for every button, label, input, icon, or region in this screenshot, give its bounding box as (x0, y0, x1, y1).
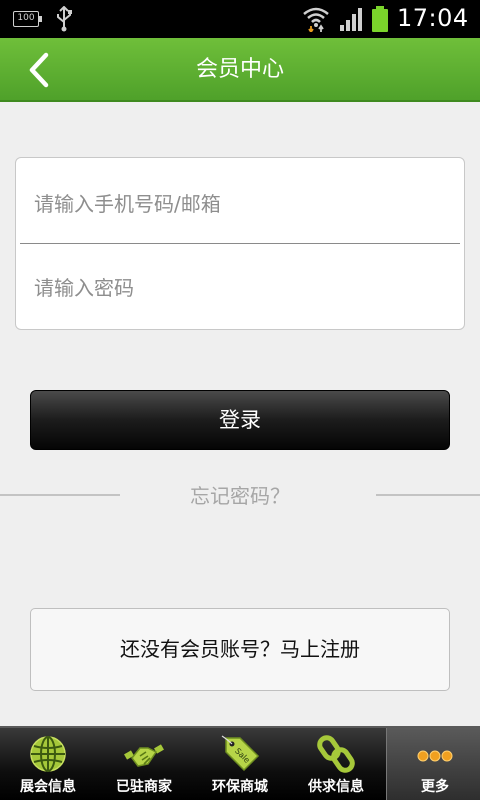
handshake-icon (124, 744, 164, 767)
nav-label: 已驻商家 (116, 779, 172, 795)
battery-saver-icon: 100 (13, 11, 42, 27)
nav-item-exhibition-info[interactable]: 展会信息 (0, 728, 96, 800)
wifi-icon (303, 7, 329, 32)
nav-item-eco-mall[interactable]: Sale 环保商城 (192, 728, 288, 800)
register-button[interactable]: 还没有会员账号？马上注册 (30, 608, 450, 691)
status-bar: 100 17:04 (0, 0, 480, 38)
nav-label: 环保商城 (212, 779, 268, 795)
nav-label: 更多 (421, 779, 449, 795)
signal-icon (340, 8, 362, 31)
chain-link-icon (317, 735, 355, 773)
nav-item-merchants[interactable]: 已驻商家 (96, 728, 192, 800)
nav-item-more[interactable]: 更多 (386, 728, 480, 800)
globe-icon (30, 736, 66, 772)
sale-tag-icon: Sale (221, 735, 260, 772)
nav-label: 供求信息 (308, 779, 364, 795)
battery-icon (372, 6, 388, 32)
usb-icon (57, 6, 72, 32)
forgot-password-link[interactable]: 忘记密码？ (150, 480, 330, 509)
login-form-card (15, 157, 465, 330)
more-dots-icon (417, 750, 453, 762)
divider-left (0, 494, 120, 496)
clock: 17:04 (397, 4, 469, 32)
nav-item-supply-demand[interactable]: 供求信息 (288, 728, 384, 800)
divider-right (376, 494, 480, 496)
phone-email-input[interactable] (34, 174, 454, 234)
nav-label: 展会信息 (20, 779, 76, 795)
field-divider (20, 243, 460, 244)
back-arrow-icon[interactable] (20, 50, 60, 90)
bottom-nav: 展会信息 已驻商家 Sale 环保商城 供求信息 更多 (0, 726, 480, 800)
app-header: 会员中心 (0, 38, 480, 102)
password-input[interactable] (34, 258, 454, 318)
page-title: 会员中心 (195, 57, 284, 82)
login-button[interactable]: 登录 (30, 390, 450, 450)
